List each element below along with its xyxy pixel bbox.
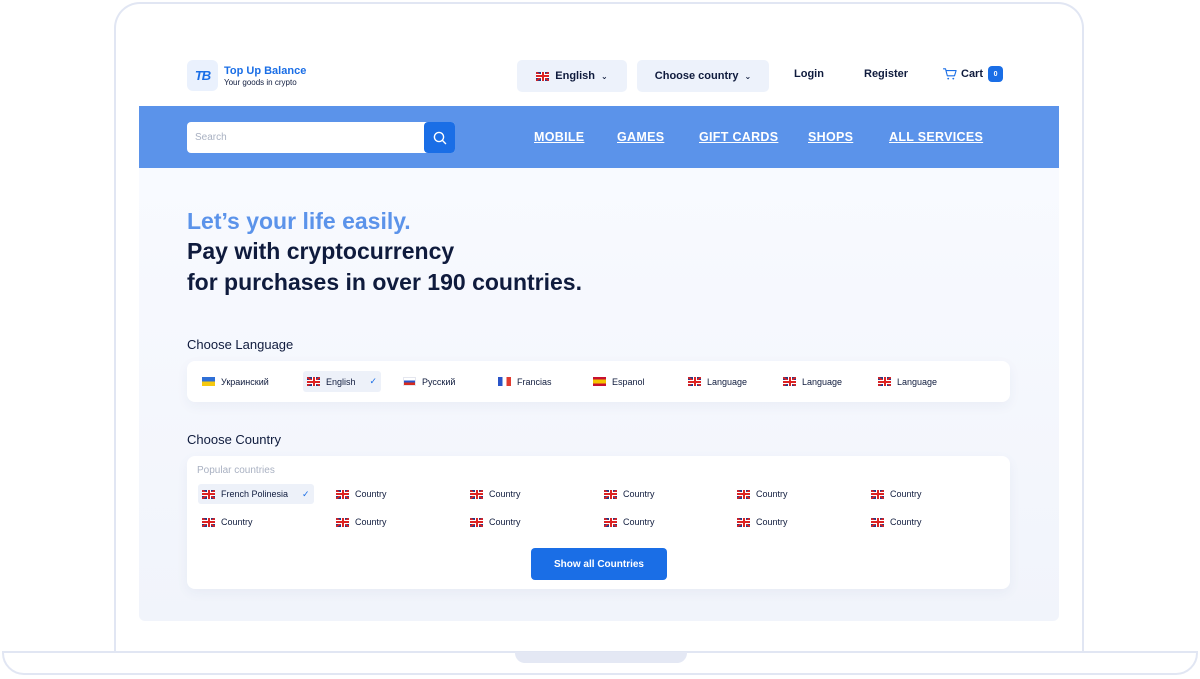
uk-flag-icon bbox=[604, 517, 617, 527]
cart-icon bbox=[943, 68, 957, 80]
choose-language-title: Choose Language bbox=[187, 337, 294, 352]
language-option-english[interactable]: English ✓ bbox=[303, 371, 382, 392]
language-option-label: Language bbox=[707, 376, 748, 387]
hero-tagline: Let’s your life easily. bbox=[187, 208, 411, 234]
language-option[interactable]: Language bbox=[874, 371, 941, 392]
check-icon: ✓ bbox=[302, 488, 310, 499]
country-option[interactable]: Country bbox=[600, 484, 659, 504]
uk-flag-icon bbox=[470, 517, 483, 527]
country-option-french-polinesia[interactable]: French Polinesia ✓ bbox=[198, 484, 314, 504]
country-option[interactable]: Country bbox=[867, 484, 926, 504]
language-option-ukrainian[interactable]: Украинский bbox=[198, 371, 273, 392]
check-icon: ✓ bbox=[369, 376, 378, 386]
logo-subtitle: Your goods in crypto bbox=[224, 77, 297, 87]
country-option[interactable]: Country bbox=[332, 512, 391, 532]
logo-mark: TB bbox=[187, 60, 218, 91]
search-icon bbox=[433, 131, 446, 144]
country-list: Popular countries French Polinesia ✓ Cou… bbox=[187, 456, 1010, 589]
nav-mobile[interactable]: MOBILE bbox=[534, 130, 584, 144]
language-option[interactable]: Language bbox=[684, 371, 751, 392]
language-option-label: Espanol bbox=[612, 376, 645, 387]
language-option-spanish[interactable]: Espanol bbox=[589, 371, 649, 392]
login-link[interactable]: Login bbox=[794, 68, 824, 80]
country-option-label: Country bbox=[890, 489, 922, 499]
search-button[interactable] bbox=[424, 122, 455, 153]
cart-label: Cart bbox=[961, 68, 984, 80]
uk-flag-icon bbox=[737, 517, 750, 527]
country-selector-label: Choose country bbox=[654, 70, 739, 82]
country-option[interactable]: Country bbox=[600, 512, 659, 532]
main-navbar: MOBILE GAMES GIFT CARDS SHOPS ALL SERVIC… bbox=[139, 106, 1059, 168]
uk-flag-icon bbox=[202, 489, 215, 499]
country-option-label: Country bbox=[489, 517, 521, 527]
country-option[interactable]: Country bbox=[466, 484, 525, 504]
search-input[interactable] bbox=[187, 122, 424, 153]
uk-flag-icon bbox=[604, 489, 617, 499]
logo-title: Top Up Balance bbox=[224, 64, 307, 77]
spain-flag-icon bbox=[593, 377, 606, 386]
nav-shops[interactable]: SHOPS bbox=[808, 130, 853, 144]
uk-flag-icon bbox=[336, 517, 349, 527]
language-list: Украинский English ✓ Русский Francias Es… bbox=[187, 361, 1010, 402]
language-option-label: Русский bbox=[422, 376, 456, 387]
language-option-french[interactable]: Francias bbox=[494, 371, 556, 392]
language-option-russian[interactable]: Русский bbox=[399, 371, 459, 392]
country-option[interactable]: Country bbox=[733, 512, 792, 532]
country-option-label: Country bbox=[623, 517, 655, 527]
russia-flag-icon bbox=[403, 377, 416, 386]
uk-flag-icon bbox=[307, 377, 320, 386]
country-selector[interactable]: Choose country ⌄ bbox=[637, 60, 769, 92]
language-option-label: Language bbox=[802, 376, 843, 387]
uk-flag-icon bbox=[737, 489, 750, 499]
hero-headline-line2: for purchases in over 190 countries. bbox=[187, 269, 582, 295]
france-flag-icon bbox=[498, 377, 511, 386]
country-option-label: Country bbox=[623, 489, 655, 499]
ukraine-flag-icon bbox=[202, 377, 215, 386]
country-option[interactable]: Country bbox=[466, 512, 525, 532]
register-link[interactable]: Register bbox=[864, 68, 908, 80]
country-option[interactable]: Country bbox=[867, 512, 926, 532]
uk-flag-icon bbox=[336, 489, 349, 499]
country-option-label: Country bbox=[890, 517, 922, 527]
uk-flag-icon bbox=[871, 517, 884, 527]
choose-country-title: Choose Country bbox=[187, 432, 281, 447]
uk-flag-icon bbox=[470, 489, 483, 499]
country-option-label: Country bbox=[355, 517, 387, 527]
show-all-countries-button[interactable]: Show all Countries bbox=[531, 548, 667, 580]
cart-count-badge: 0 bbox=[988, 66, 1004, 82]
uk-flag-icon bbox=[536, 71, 550, 81]
nav-games[interactable]: GAMES bbox=[617, 130, 664, 144]
laptop-notch bbox=[515, 652, 687, 663]
language-option[interactable]: Language bbox=[779, 371, 846, 392]
uk-flag-icon bbox=[878, 377, 891, 386]
language-option-label: English bbox=[326, 376, 356, 387]
chevron-down-icon: ⌄ bbox=[744, 71, 752, 81]
country-option-label: Country bbox=[355, 489, 387, 499]
cart-button[interactable]: Cart 0 bbox=[943, 66, 1004, 82]
logo[interactable]: TB Top Up Balance Your goods in crypto bbox=[187, 60, 306, 91]
nav-gift-cards[interactable]: GIFT CARDS bbox=[699, 130, 778, 144]
country-option[interactable]: Country bbox=[198, 512, 257, 532]
language-option-label: Language bbox=[897, 376, 938, 387]
uk-flag-icon bbox=[202, 517, 215, 527]
nav-all-services[interactable]: ALL SERVICES bbox=[889, 130, 983, 144]
country-option[interactable]: Country bbox=[733, 484, 792, 504]
language-option-label: Francias bbox=[517, 376, 552, 387]
country-option-label: Country bbox=[221, 517, 253, 527]
country-option-label: French Polinesia bbox=[221, 489, 289, 499]
popular-countries-label: Popular countries bbox=[197, 465, 275, 476]
language-selector-label: English bbox=[555, 70, 596, 82]
hero-headline-line1: Pay with cryptocurrency bbox=[187, 238, 455, 264]
uk-flag-icon bbox=[688, 377, 701, 386]
country-option-label: Country bbox=[756, 489, 788, 499]
country-option-label: Country bbox=[756, 517, 788, 527]
language-option-label: Украинский bbox=[221, 376, 269, 387]
uk-flag-icon bbox=[871, 489, 884, 499]
country-option[interactable]: Country bbox=[332, 484, 391, 504]
uk-flag-icon bbox=[783, 377, 796, 386]
language-selector[interactable]: English ⌄ bbox=[517, 60, 627, 92]
chevron-down-icon: ⌄ bbox=[601, 71, 608, 81]
search-box bbox=[187, 122, 455, 153]
country-option-label: Country bbox=[489, 489, 521, 499]
